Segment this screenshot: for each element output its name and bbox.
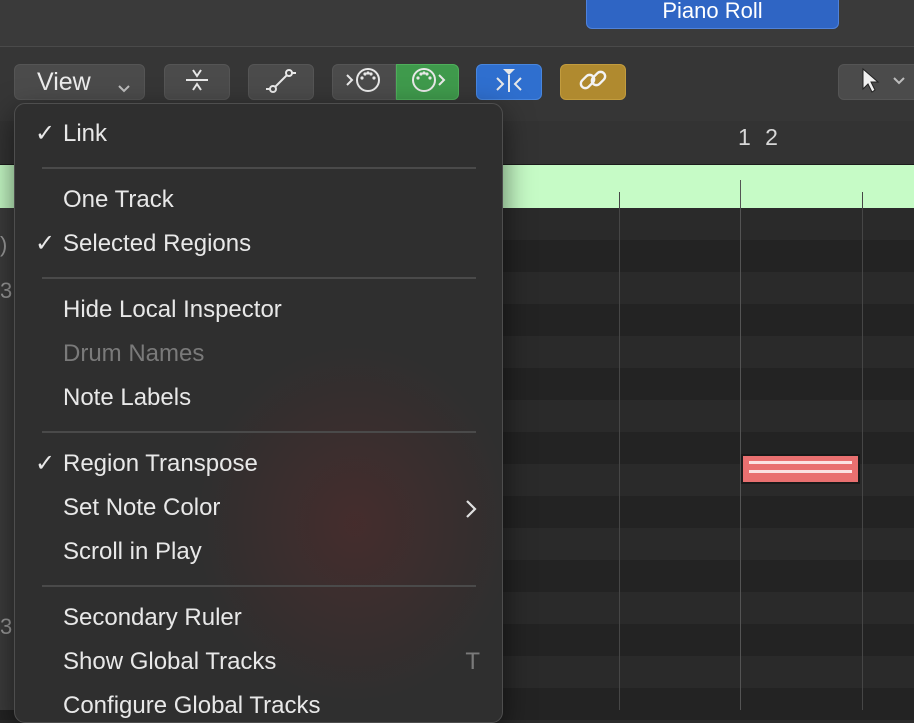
menu-item-label: Region Transpose: [63, 450, 258, 477]
tab-piano-roll[interactable]: Piano Roll: [586, 0, 839, 29]
menu-item-label: Configure Global Tracks: [63, 692, 321, 719]
left-fragment: ): [0, 232, 8, 257]
link-icon: [577, 65, 609, 100]
menu-item-set-note-color[interactable]: Set Note Color: [15, 490, 502, 530]
note-velocity-bar: [749, 470, 852, 473]
ruler-bar-number: 1 2: [738, 124, 782, 150]
pointer-tool-icon: [859, 66, 881, 99]
menu-item-label: Selected Regions: [63, 230, 252, 257]
beat-gridline: [862, 192, 863, 710]
catch-playhead-button[interactable]: [476, 64, 542, 100]
menu-separator: [42, 585, 476, 587]
menu-item-show-global-tracks[interactable]: Show Global Tracks T: [15, 644, 502, 684]
menu-item-note-labels[interactable]: Note Labels: [15, 380, 502, 420]
checkmark-icon: ✓: [35, 120, 56, 147]
checkmark-icon: ✓: [35, 450, 56, 477]
menu-item-scroll-in-play[interactable]: Scroll in Play: [15, 534, 502, 574]
menu-separator: [42, 431, 476, 433]
view-menu: ✓ Link One Track ✓ Selected Regions Hide…: [14, 103, 503, 723]
chevron-down-icon: [116, 74, 132, 103]
menu-item-label: Secondary Ruler: [63, 604, 242, 631]
midi-in-button[interactable]: [332, 64, 396, 100]
link-button[interactable]: [560, 64, 626, 100]
catch-playhead-icon: [492, 66, 526, 99]
vertical-zoom-button[interactable]: [164, 64, 230, 100]
menu-item-label: Drum Names: [63, 340, 205, 367]
note-velocity-bar: [749, 461, 852, 464]
menu-item-selected-regions[interactable]: ✓ Selected Regions: [15, 226, 502, 266]
menu-item-configure-global-tracks[interactable]: Configure Global Tracks: [15, 688, 502, 722]
midi-out-button[interactable]: [396, 64, 459, 100]
menu-item-region-transpose[interactable]: ✓ Region Transpose: [15, 446, 502, 486]
bar-gridline: [740, 180, 741, 710]
midi-out-icon: [408, 66, 448, 99]
view-menu-label: View: [37, 67, 91, 96]
left-fragment: 3: [0, 278, 13, 303]
chevron-down-icon: [891, 72, 907, 93]
menu-item-one-track[interactable]: One Track: [15, 182, 502, 222]
menu-item-secondary-ruler[interactable]: Secondary Ruler: [15, 600, 502, 640]
menu-item-label: Hide Local Inspector: [63, 296, 282, 323]
automation-button[interactable]: [248, 64, 314, 100]
menu-item-label: One Track: [63, 186, 174, 213]
vertical-zoom-icon: [182, 67, 212, 98]
midi-in-icon: [344, 66, 384, 99]
tool-menu-button[interactable]: [838, 64, 914, 100]
menu-separator: [42, 167, 476, 169]
keyboard-shortcut: T: [465, 648, 480, 675]
menu-item-link[interactable]: ✓ Link: [15, 116, 502, 156]
menu-item-label: Set Note Color: [63, 494, 221, 521]
menu-separator: [42, 277, 476, 279]
left-fragment: 3: [0, 614, 13, 639]
beat-gridline: [619, 192, 620, 710]
menu-item-hide-local-inspector[interactable]: Hide Local Inspector: [15, 292, 502, 332]
menu-item-drum-names: Drum Names: [15, 336, 502, 376]
menu-item-label: Show Global Tracks: [63, 648, 277, 675]
checkmark-icon: ✓: [35, 230, 56, 257]
view-menu-button[interactable]: View: [14, 64, 145, 100]
menu-item-label: Note Labels: [63, 384, 192, 411]
automation-curve-icon: [263, 67, 299, 98]
menu-item-label: Scroll in Play: [63, 538, 202, 565]
menu-item-label: Link: [63, 120, 108, 147]
chevron-right-icon: [464, 498, 478, 525]
midi-note[interactable]: [741, 454, 860, 484]
